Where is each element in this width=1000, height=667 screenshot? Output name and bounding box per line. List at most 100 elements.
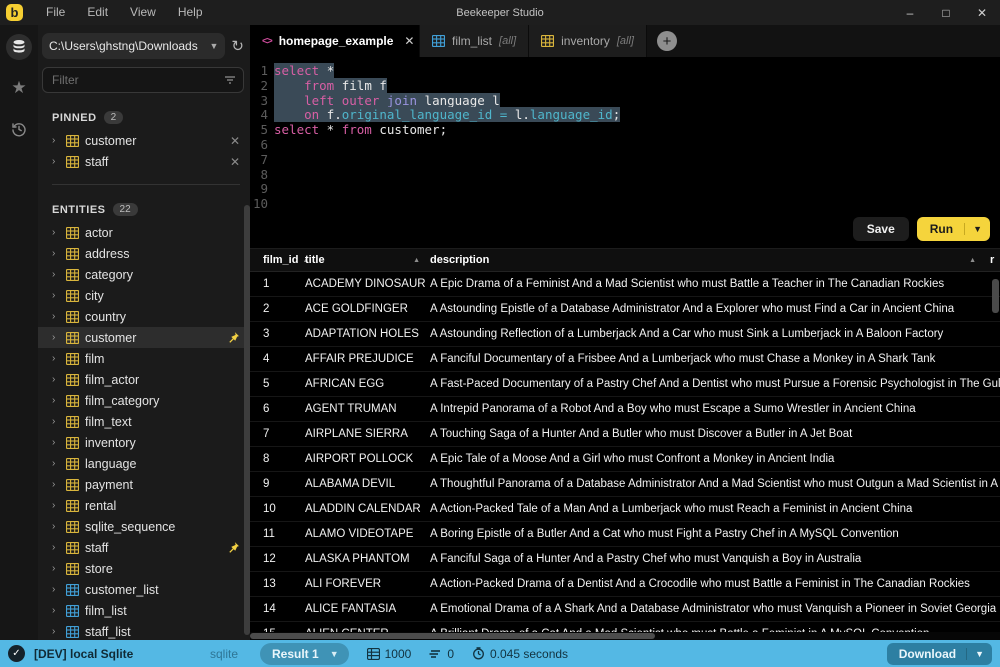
entity-item-address[interactable]: › address bbox=[38, 243, 250, 264]
cell-description[interactable]: A Epic Tale of a Moose And a Girl who mu… bbox=[430, 453, 1000, 465]
entity-item-rental[interactable]: › rental bbox=[38, 495, 250, 516]
refresh-icon[interactable]: ↻ bbox=[231, 37, 244, 55]
entity-item-inventory[interactable]: › inventory bbox=[38, 432, 250, 453]
entity-item-film_list[interactable]: › film_list bbox=[38, 600, 250, 621]
pin-icon[interactable] bbox=[227, 541, 240, 554]
cell-description[interactable]: A Boring Epistle of a Butler And a Cat w… bbox=[430, 528, 1000, 540]
cell-film-id[interactable]: 5 bbox=[250, 378, 305, 390]
entity-item-film_actor[interactable]: › film_actor bbox=[38, 369, 250, 390]
chevron-right-icon[interactable]: › bbox=[52, 269, 60, 280]
cell-title[interactable]: ALABAMA DEVIL bbox=[305, 478, 430, 490]
connection-selector[interactable]: C:\Users\ghstng\Downloads ▼ bbox=[42, 33, 225, 59]
cell-description[interactable]: A Action-Packed Drama of a Dentist And a… bbox=[430, 578, 1000, 590]
cell-title[interactable]: ALAMO VIDEOTAPE bbox=[305, 528, 430, 540]
entity-item-staff[interactable]: › staff bbox=[38, 537, 250, 558]
cell-title[interactable]: ALI FOREVER bbox=[305, 578, 430, 590]
menu-help[interactable]: Help bbox=[167, 0, 214, 25]
cell-film-id[interactable]: 6 bbox=[250, 403, 305, 415]
chevron-right-icon[interactable]: › bbox=[52, 156, 60, 167]
cell-description[interactable]: A Epic Drama of a Feminist And a Mad Sci… bbox=[430, 278, 1000, 290]
app-logo-icon[interactable]: b bbox=[6, 4, 23, 21]
entity-item-customer_list[interactable]: › customer_list bbox=[38, 579, 250, 600]
table-row[interactable]: 14ALICE FANTASIAA Emotional Drama of a A… bbox=[250, 597, 1000, 622]
cell-film-id[interactable]: 10 bbox=[250, 503, 305, 515]
chevron-right-icon[interactable]: › bbox=[52, 584, 60, 595]
cell-film-id[interactable]: 1 bbox=[250, 278, 305, 290]
cell-title[interactable]: ALADDIN CALENDAR bbox=[305, 503, 430, 515]
entity-item-country[interactable]: › country bbox=[38, 306, 250, 327]
table-row[interactable]: 3ADAPTATION HOLESA Astounding Reflection… bbox=[250, 322, 1000, 347]
cell-description[interactable]: A Fanciful Documentary of a Frisbee And … bbox=[430, 353, 1000, 365]
entity-item-film_text[interactable]: › film_text bbox=[38, 411, 250, 432]
column-header-film-id[interactable]: film_id▲ bbox=[250, 254, 305, 266]
unpin-close-icon[interactable]: ✕ bbox=[230, 134, 240, 148]
table-row[interactable]: 9ALABAMA DEVILA Thoughtful Panorama of a… bbox=[250, 472, 1000, 497]
cell-title[interactable]: ACE GOLDFINGER bbox=[305, 303, 430, 315]
cell-title[interactable]: ALICE FANTASIA bbox=[305, 603, 430, 615]
column-header-title[interactable]: title▲ bbox=[305, 254, 430, 266]
table-row[interactable]: 1ACADEMY DINOSAURA Epic Drama of a Femin… bbox=[250, 272, 1000, 297]
cell-film-id[interactable]: 13 bbox=[250, 578, 305, 590]
entity-item-actor[interactable]: › actor bbox=[38, 222, 250, 243]
entity-item-customer[interactable]: › customer bbox=[38, 327, 250, 348]
table-row[interactable]: 6AGENT TRUMANA Intrepid Panorama of a Ro… bbox=[250, 397, 1000, 422]
cell-title[interactable]: AGENT TRUMAN bbox=[305, 403, 430, 415]
chevron-right-icon[interactable]: › bbox=[52, 500, 60, 511]
cell-description[interactable]: A Touching Saga of a Hunter And a Butler… bbox=[430, 428, 1000, 440]
sql-editor[interactable]: 1select *2 from film f3 left outer join … bbox=[250, 57, 1000, 248]
entity-item-language[interactable]: › language bbox=[38, 453, 250, 474]
minimize-button[interactable]: – bbox=[892, 0, 928, 25]
menu-view[interactable]: View bbox=[119, 0, 167, 25]
cell-description[interactable]: A Fanciful Saga of a Hunter And a Pastry… bbox=[430, 553, 1000, 565]
download-dropdown-icon[interactable]: ▼ bbox=[966, 648, 992, 660]
chevron-right-icon[interactable]: › bbox=[52, 374, 60, 385]
entity-item-film_category[interactable]: › film_category bbox=[38, 390, 250, 411]
table-row[interactable]: 7AIRPLANE SIERRAA Touching Saga of a Hun… bbox=[250, 422, 1000, 447]
chevron-right-icon[interactable]: › bbox=[52, 542, 60, 553]
cell-title[interactable]: AIRPORT POLLOCK bbox=[305, 453, 430, 465]
pin-icon[interactable] bbox=[227, 331, 240, 344]
pinned-item-staff[interactable]: › staff✕ bbox=[38, 151, 250, 172]
menu-file[interactable]: File bbox=[35, 0, 76, 25]
chevron-right-icon[interactable]: › bbox=[52, 521, 60, 532]
chevron-right-icon[interactable]: › bbox=[52, 626, 60, 637]
column-header-description[interactable]: description▲ bbox=[430, 254, 990, 266]
tab-inventory[interactable]: inventory[all] bbox=[529, 25, 647, 57]
run-dropdown-icon[interactable]: ▼ bbox=[964, 223, 990, 235]
entity-item-staff_list[interactable]: › staff_list bbox=[38, 621, 250, 640]
chevron-right-icon[interactable]: › bbox=[52, 563, 60, 574]
chevron-right-icon[interactable]: › bbox=[52, 458, 60, 469]
cell-description[interactable]: A Intrepid Panorama of a Robot And a Boy… bbox=[430, 403, 1000, 415]
cell-film-id[interactable]: 14 bbox=[250, 603, 305, 615]
tab-close-icon[interactable]: ✕ bbox=[404, 34, 414, 48]
entity-item-category[interactable]: › category bbox=[38, 264, 250, 285]
result-selector-button[interactable]: Result 1 ▼ bbox=[260, 643, 349, 665]
table-row[interactable]: 13ALI FOREVERA Action-Packed Drama of a … bbox=[250, 572, 1000, 597]
chevron-right-icon[interactable]: › bbox=[52, 416, 60, 427]
table-row[interactable]: 8AIRPORT POLLOCKA Epic Tale of a Moose A… bbox=[250, 447, 1000, 472]
cell-film-id[interactable]: 11 bbox=[250, 528, 305, 540]
cell-film-id[interactable]: 3 bbox=[250, 328, 305, 340]
table-row[interactable]: 11ALAMO VIDEOTAPEA Boring Epistle of a B… bbox=[250, 522, 1000, 547]
close-button[interactable]: ✕ bbox=[964, 0, 1000, 25]
cell-title[interactable]: AFFAIR PREJUDICE bbox=[305, 353, 430, 365]
chevron-right-icon[interactable]: › bbox=[52, 353, 60, 364]
chevron-right-icon[interactable]: › bbox=[52, 437, 60, 448]
run-button[interactable]: Run ▼ bbox=[917, 217, 990, 241]
cell-title[interactable]: ADAPTATION HOLES bbox=[305, 328, 430, 340]
cell-description[interactable]: A Astounding Reflection of a Lumberjack … bbox=[430, 328, 1000, 340]
maximize-button[interactable]: □ bbox=[928, 0, 964, 25]
cell-title[interactable]: AIRPLANE SIERRA bbox=[305, 428, 430, 440]
entity-item-payment[interactable]: › payment bbox=[38, 474, 250, 495]
cell-title[interactable]: AFRICAN EGG bbox=[305, 378, 430, 390]
table-row[interactable]: 10ALADDIN CALENDARA Action-Packed Tale o… bbox=[250, 497, 1000, 522]
cell-film-id[interactable]: 8 bbox=[250, 453, 305, 465]
entity-item-city[interactable]: › city bbox=[38, 285, 250, 306]
results-horizontal-scrollbar-track[interactable] bbox=[250, 632, 1000, 640]
cell-film-id[interactable]: 7 bbox=[250, 428, 305, 440]
table-row[interactable]: 5AFRICAN EGGA Fast-Paced Documentary of … bbox=[250, 372, 1000, 397]
pinned-item-customer[interactable]: › customer✕ bbox=[38, 130, 250, 151]
unpin-close-icon[interactable]: ✕ bbox=[230, 155, 240, 169]
chevron-right-icon[interactable]: › bbox=[52, 395, 60, 406]
results-horizontal-scrollbar[interactable] bbox=[250, 633, 655, 639]
